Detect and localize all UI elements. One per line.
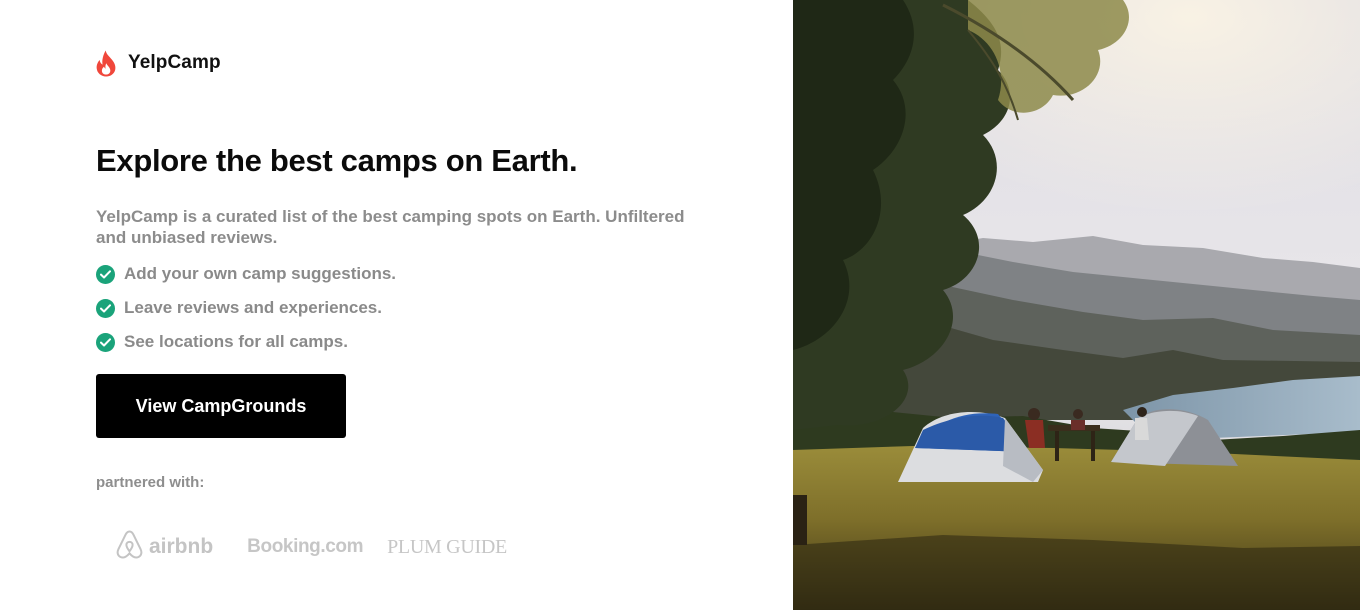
- feature-item: Leave reviews and experiences.: [96, 297, 396, 319]
- airbnb-icon: [115, 529, 149, 566]
- partner-logos: airbnb Booking.com PLUM GUIDE: [115, 529, 507, 566]
- view-campgrounds-button[interactable]: View CampGrounds: [96, 374, 346, 438]
- feature-item: See locations for all camps.: [96, 331, 396, 353]
- feature-text: See locations for all camps.: [124, 332, 348, 351]
- hero-panel: YelpCamp Explore the best camps on Earth…: [0, 0, 793, 610]
- page-title: Explore the best camps on Earth.: [96, 143, 578, 178]
- check-circle-icon: [96, 264, 115, 284]
- brand-logo[interactable]: YelpCamp: [96, 48, 221, 78]
- check-circle-icon: [96, 298, 115, 318]
- booking-logo: Booking.com: [247, 536, 364, 557]
- feature-text: Leave reviews and experiences.: [124, 298, 382, 317]
- flame-icon: [96, 50, 116, 77]
- feature-list: Add your own camp suggestions. Leave rev…: [96, 263, 396, 365]
- airbnb-logo: airbnb: [115, 529, 213, 566]
- airbnb-label: airbnb: [149, 535, 214, 558]
- check-circle-icon: [96, 332, 115, 352]
- plum-guide-logo: PLUM GUIDE: [387, 535, 507, 558]
- hero-image: [793, 0, 1360, 610]
- feature-item: Add your own camp suggestions.: [96, 263, 396, 285]
- feature-text: Add your own camp suggestions.: [124, 264, 397, 283]
- partners-heading: partnered with:: [96, 474, 205, 491]
- page-description: YelpCamp is a curated list of the best c…: [96, 207, 685, 247]
- brand-name: YelpCamp: [128, 52, 221, 73]
